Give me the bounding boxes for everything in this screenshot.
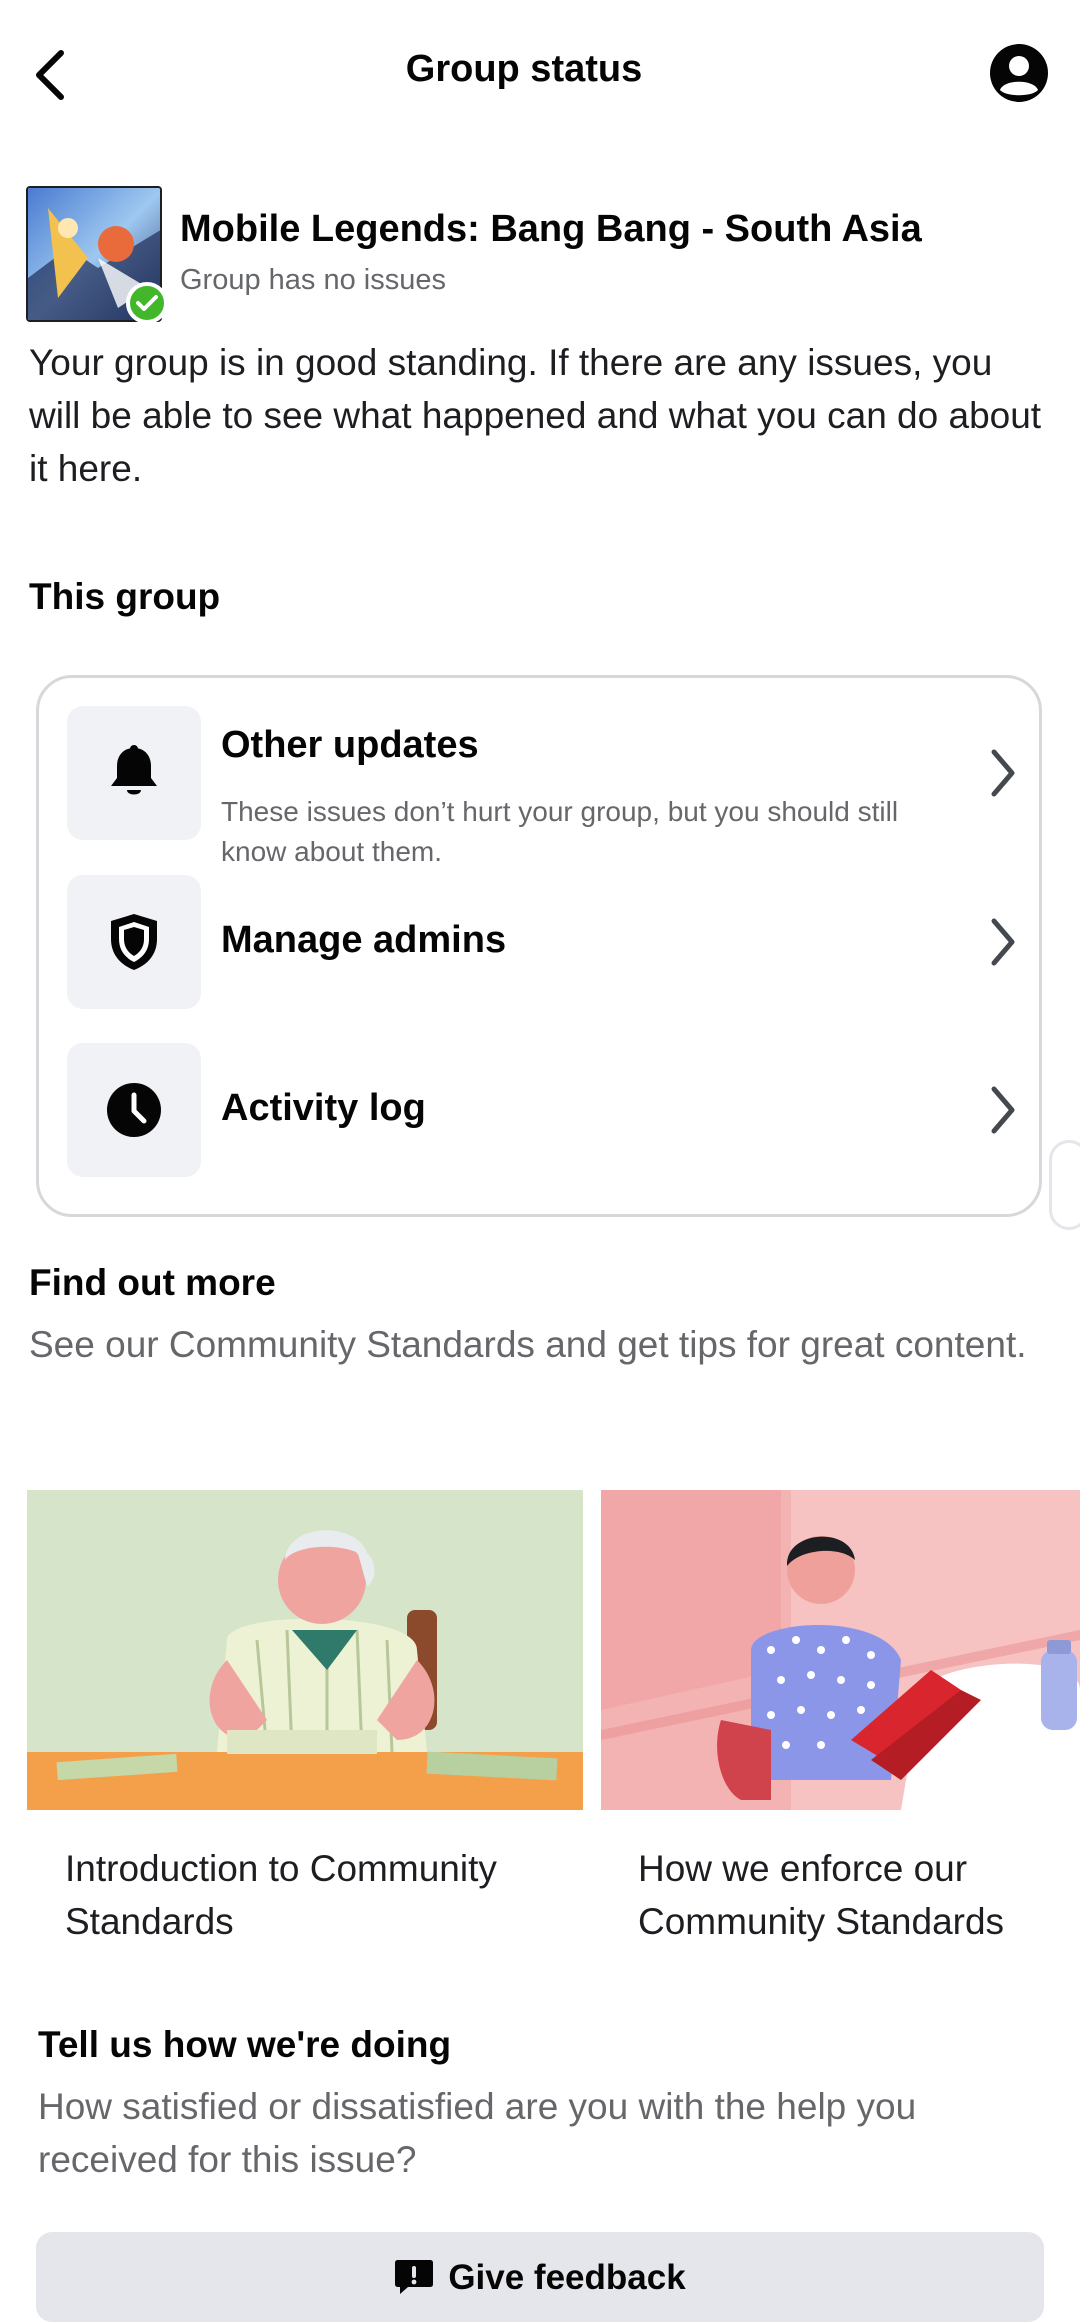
group-avatar[interactable] <box>26 186 168 324</box>
clock-icon <box>107 1083 161 1137</box>
standing-description: Your group is in good standing. If there… <box>29 342 1042 489</box>
row-title: Other updates <box>221 724 479 766</box>
feedback-icon <box>395 2260 434 2294</box>
this-group-heading: This group <box>29 576 221 617</box>
account-circle-icon <box>990 44 1048 102</box>
activity-log-row[interactable]: Activity log <box>67 1043 1017 1177</box>
row-title: Activity log <box>221 1087 426 1129</box>
feedback-heading: Tell us how we're doing <box>38 2024 452 2065</box>
feedback-subtitle: How satisfied or dissatisfied are you wi… <box>38 2086 917 2180</box>
article-image-enforce[interactable] <box>601 1490 1080 1810</box>
shield-icon <box>111 914 157 970</box>
bell-icon-container <box>67 706 201 840</box>
chevron-right-icon <box>983 743 1023 803</box>
other-updates-row[interactable]: Other updates These issues don’t hurt yo… <box>67 706 1017 867</box>
next-card-edge <box>1049 1140 1080 1230</box>
article-title-enforce[interactable]: How we enforce our Community Standards <box>638 1842 1078 1948</box>
article-image-intro[interactable] <box>27 1490 583 1810</box>
article-title-intro[interactable]: Introduction to Community Standards <box>65 1842 565 1948</box>
row-description: These issues don’t hurt your group, but … <box>221 796 899 867</box>
group-name[interactable]: Mobile Legends: Bang Bang - South Asia <box>180 208 922 251</box>
top-bar: Group status <box>0 0 1080 150</box>
group-options-card: Other updates These issues don’t hurt yo… <box>36 675 1042 1217</box>
bell-icon <box>111 745 157 795</box>
find-out-more-subtitle: See our Community Standards and get tips… <box>29 1324 1027 1365</box>
find-out-more-heading: Find out more <box>29 1262 276 1303</box>
row-title: Manage admins <box>221 919 507 961</box>
shield-icon-container <box>67 875 201 1009</box>
clock-icon-container <box>67 1043 201 1177</box>
give-feedback-label: Give feedback <box>448 2258 686 2297</box>
chevron-right-icon <box>983 1080 1023 1140</box>
group-status-text: Group has no issues <box>180 264 446 296</box>
give-feedback-button[interactable]: Give feedback <box>36 2232 1044 2322</box>
status-check-icon <box>126 282 168 324</box>
chevron-right-icon <box>983 912 1023 972</box>
manage-admins-row[interactable]: Manage admins <box>67 875 1017 1009</box>
profile-button[interactable] <box>988 42 1050 104</box>
page-title: Group status <box>405 48 643 90</box>
